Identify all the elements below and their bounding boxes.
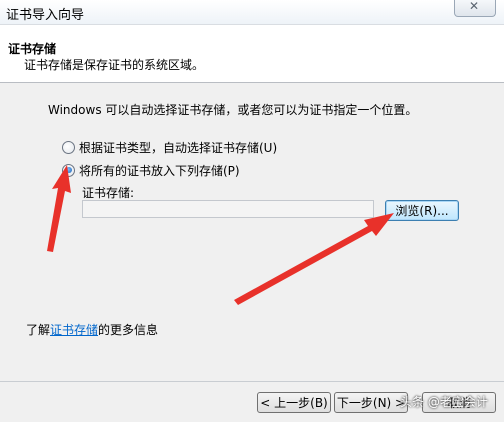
certificate-store-link[interactable]: 证书存储 (50, 323, 98, 337)
place-in-store-label[interactable]: 将所有的证书放入下列存储(P) (79, 162, 240, 179)
window-title: 证书导入向导 (6, 8, 85, 23)
page-title: 证书存储 (8, 42, 57, 56)
radio-button-checked[interactable] (62, 163, 75, 177)
auto-select-store-label[interactable]: 根据证书类型，自动选择证书存储(U) (79, 139, 277, 156)
annotation-arrow-browse (234, 213, 394, 305)
close-icon: ✕ (469, 0, 480, 13)
browse-button[interactable]: 浏览(R)... (385, 200, 459, 221)
watermark: 头条 @老宝会计 (400, 395, 488, 409)
auto-select-store-option[interactable]: 根据证书类型，自动选择证书存储(U) (62, 139, 277, 155)
next-button[interactable]: 下一步(N) > (334, 392, 408, 413)
title-bar[interactable]: 证书导入向导 ✕ (0, 0, 504, 25)
learn-more-suffix: 的更多信息 (98, 323, 159, 337)
certificate-store-field[interactable] (82, 200, 374, 218)
page-description: 证书存储是保存证书的系统区域。 (24, 58, 205, 72)
annotation-arrow-radio (47, 165, 71, 252)
certificate-store-label: 证书存储: (82, 186, 135, 200)
radio-button-unchecked[interactable] (62, 140, 75, 154)
wizard-header: 证书存储 证书存储是保存证书的系统区域。 (0, 25, 504, 83)
close-button[interactable]: ✕ (454, 0, 496, 17)
place-in-store-option[interactable]: 将所有的证书放入下列存储(P) (62, 162, 240, 178)
intro-text: Windows 可以自动选择证书存储，或者您可以为证书指定一个位置。 (48, 103, 418, 117)
back-button[interactable]: < 上一步(B) (257, 392, 331, 413)
certificate-import-wizard-window: 证书导入向导 ✕ 证书存储 证书存储是保存证书的系统区域。 Windows 可以… (0, 0, 504, 422)
footer-divider (0, 381, 504, 382)
learn-more-prefix: 了解 (26, 323, 51, 337)
learn-more-line: 了解证书存储的更多信息 (26, 321, 158, 338)
